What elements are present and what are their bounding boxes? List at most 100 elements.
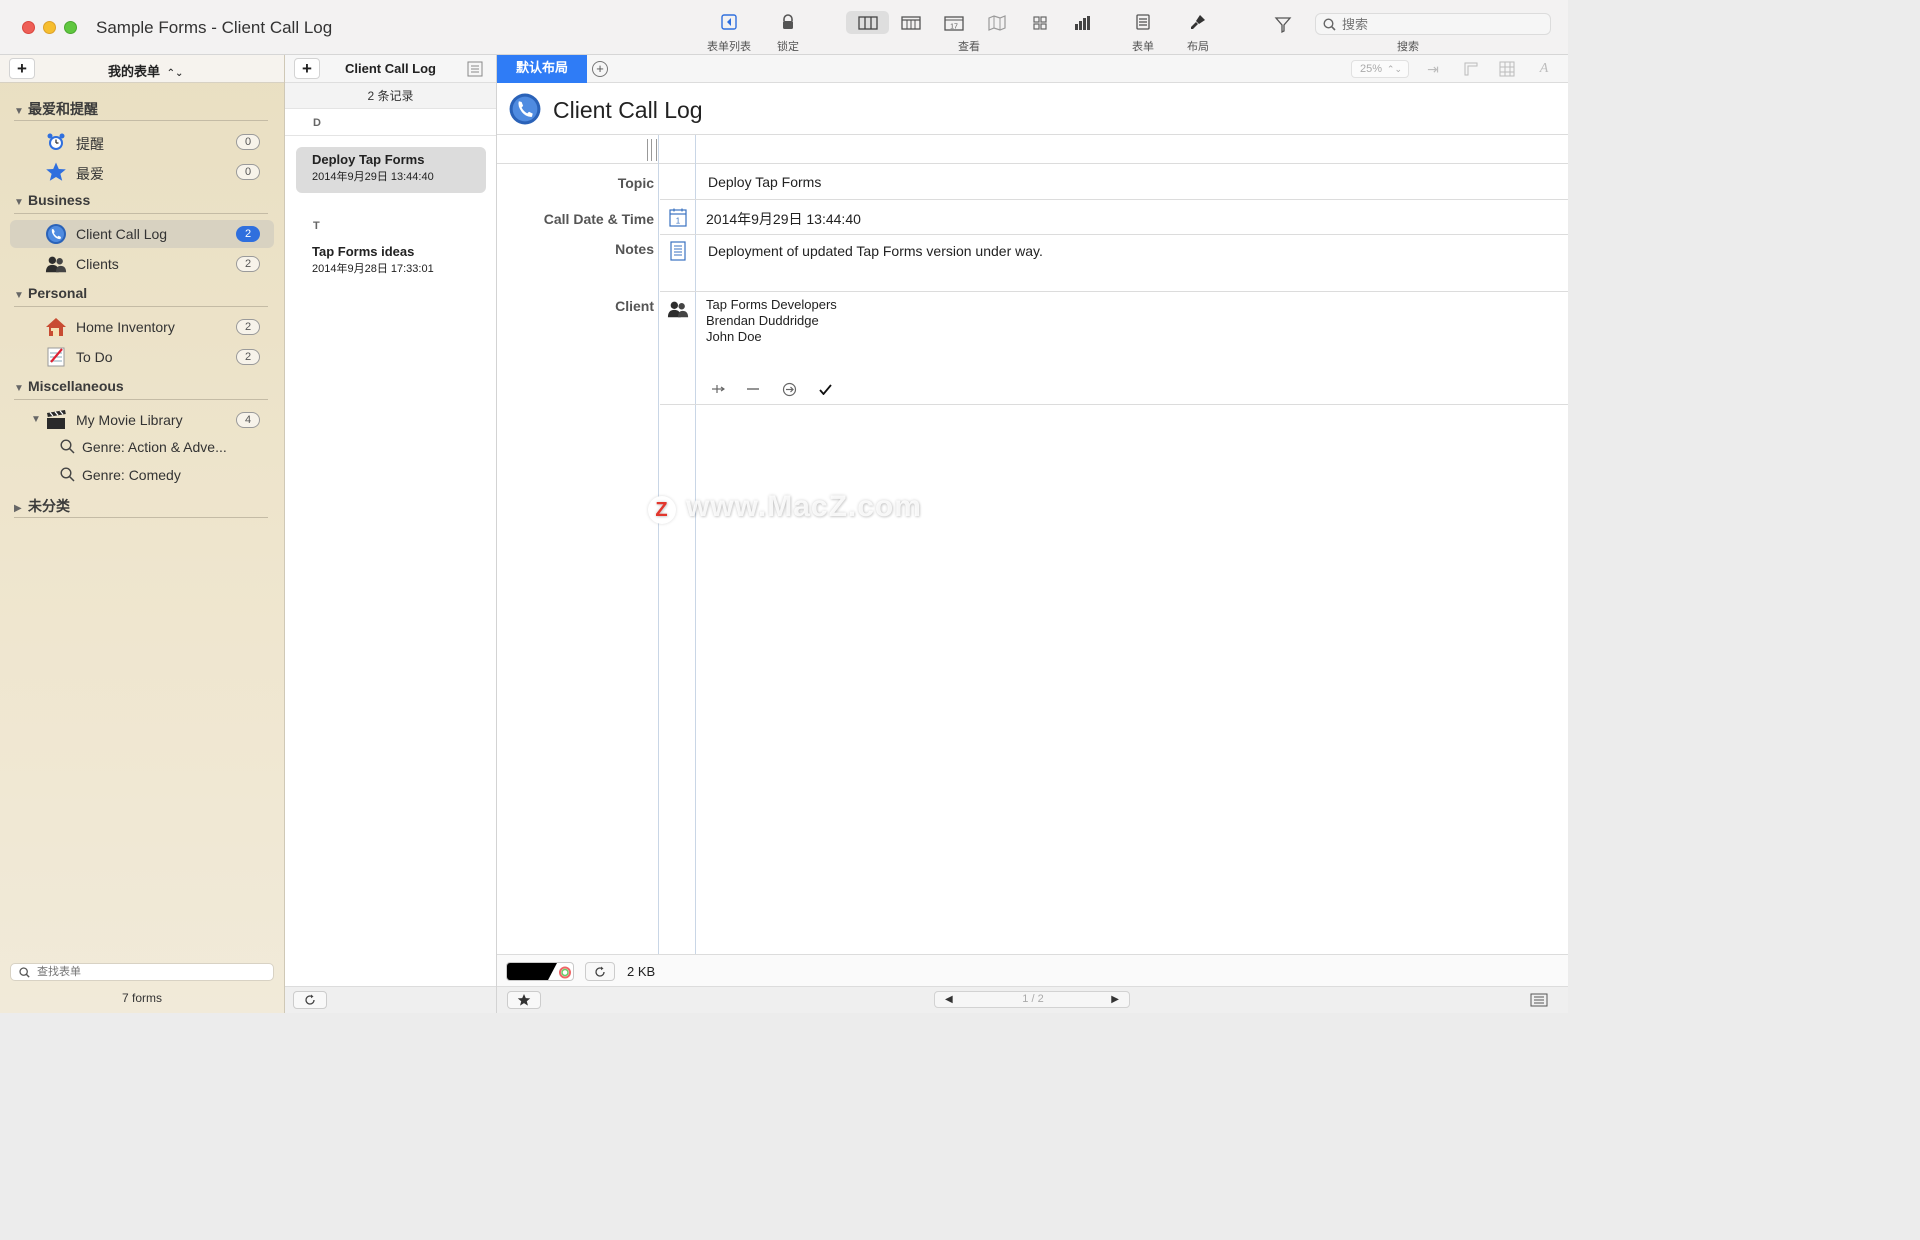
record-date: 2014年9月28日 17:33:01 (312, 263, 434, 275)
remove-icon[interactable] (742, 381, 764, 397)
sidebar-item-home-inventory[interactable]: Home Inventory 2 (10, 313, 274, 341)
count-badge: 0 (236, 134, 260, 150)
font-style-icon[interactable]: A (1533, 60, 1555, 78)
search-icon (1323, 18, 1336, 34)
forms-count: 7 forms (121, 991, 162, 1005)
tab-default-layout[interactable]: 默认布局 (497, 55, 587, 83)
sidebar-item-label: My Movie Library (76, 412, 183, 428)
topic-label: Topic (617, 175, 654, 191)
column-view-button[interactable] (846, 11, 889, 34)
ruler-icon[interactable] (1460, 60, 1482, 78)
section-business[interactable]: ▼ Business (14, 192, 268, 214)
favorite-record-button[interactable] (507, 991, 541, 1009)
layout-button[interactable]: 布局 (1180, 10, 1216, 54)
map-view-button[interactable] (975, 11, 1018, 34)
pager-position: 1 / 2 (1022, 993, 1044, 1005)
star-icon (45, 161, 67, 183)
house-icon (45, 316, 67, 338)
date-picker-icon[interactable]: 1 (667, 206, 689, 228)
grid-view-button[interactable] (1018, 11, 1061, 34)
record-item[interactable]: Deploy Tap Forms 2014年9月29日 13:44:40 (296, 147, 486, 193)
toolbar-search-input[interactable] (1342, 16, 1542, 32)
sidebar-item-favorites[interactable]: 最爱 0 (10, 158, 274, 186)
section-personal-label: Personal (28, 285, 88, 301)
magnifier-icon (60, 439, 75, 457)
record-item[interactable]: Tap Forms ideas 2014年9月28日 17:33:01 (296, 239, 486, 285)
refresh-record-button[interactable] (585, 962, 615, 981)
forms-selector-label: 我的表单 (108, 64, 161, 79)
section-uncategorized[interactable]: ▶ 未分类 (14, 496, 268, 518)
list-options-icon[interactable] (467, 61, 483, 80)
multi-column-view-button[interactable] (889, 11, 932, 34)
search-icon (19, 966, 30, 981)
sidebar-item-todo[interactable]: To Do 2 (10, 343, 274, 371)
find-form-input[interactable] (37, 965, 257, 979)
brush-icon (1180, 10, 1216, 34)
form-title: Client Call Log (553, 97, 703, 123)
lock-label: 锁定 (777, 41, 799, 53)
notes-toggle-button[interactable] (1522, 991, 1556, 1009)
find-form-field[interactable] (10, 963, 274, 981)
lock-icon (770, 10, 806, 34)
sidebar-item-client-call-log[interactable]: Client Call Log 2 (10, 220, 274, 248)
people-icon (667, 298, 689, 320)
client-link-item[interactable]: Tap Forms Developers (706, 297, 837, 312)
grid-icon (1032, 15, 1047, 30)
alarm-clock-icon (45, 131, 67, 153)
form-list-button[interactable]: 表单列表 (703, 10, 755, 54)
client-link-item[interactable]: Brendan Duddridge (706, 313, 819, 328)
zoom-select[interactable]: 25% ⌃⌄ (1351, 60, 1409, 78)
client-link-item[interactable]: John Doe (706, 329, 762, 344)
add-record-button[interactable]: + (294, 58, 320, 79)
sidebar-item-label: 最爱 (76, 166, 104, 182)
toolbar-search-field[interactable] (1315, 13, 1551, 35)
record-list-panel: + Client Call Log 2 条记录 D Deploy Tap For… (285, 55, 497, 1013)
section-personal[interactable]: ▼ Personal (14, 285, 268, 307)
call-date-field[interactable]: 2014年9月29日 13:44:40 (706, 209, 861, 229)
sidebar-item-movie-library[interactable]: ▼ My Movie Library 4 (10, 406, 274, 434)
section-favorites[interactable]: ▼ 最爱和提醒 (14, 99, 268, 121)
clapperboard-icon (45, 409, 67, 431)
lock-button[interactable]: 锁定 (770, 10, 806, 54)
stepper-icon: ⌃⌄ (1386, 64, 1402, 74)
chart-view-button[interactable] (1061, 11, 1104, 34)
next-record-button[interactable]: ▶ (1111, 994, 1119, 1005)
go-to-record-icon[interactable] (778, 381, 800, 397)
minimize-window-button[interactable] (43, 21, 56, 34)
zoom-window-button[interactable] (64, 21, 77, 34)
tab-order-icon[interactable]: ⇥ (1422, 60, 1444, 78)
sidebar-item-reminders[interactable]: 提醒 0 (10, 128, 274, 156)
disclosure-triangle-icon[interactable]: ▼ (31, 414, 41, 425)
forms-selector[interactable]: 我的表单 ⌃⌄ (108, 61, 183, 80)
saved-search-genre-comedy[interactable]: Genre: Comedy (60, 467, 181, 489)
close-window-button[interactable] (22, 21, 35, 34)
count-badge: 2 (236, 226, 260, 242)
grid-toggle-icon[interactable] (1496, 60, 1518, 78)
record-list-header: + Client Call Log (285, 55, 496, 83)
saved-search-genre-action[interactable]: Genre: Action & Adve... (60, 439, 227, 461)
notes-field[interactable]: Deployment of updated Tap Forms version … (708, 243, 1043, 259)
zoom-value: 25% (1360, 63, 1383, 75)
section-misc[interactable]: ▼ Miscellaneous (14, 378, 268, 400)
link-add-icon[interactable] (707, 381, 729, 397)
form-list-label: 表单列表 (707, 41, 751, 53)
resize-grip-handle[interactable] (647, 139, 657, 161)
notes-icon[interactable] (667, 240, 689, 262)
record-title: Tap Forms ideas (312, 244, 415, 259)
form-button[interactable]: 表单 (1125, 10, 1161, 54)
refresh-button[interactable] (293, 991, 327, 1009)
refresh-icon (595, 966, 605, 977)
disclosure-triangle-icon: ▼ (14, 106, 24, 117)
row-divider (660, 404, 1568, 405)
sidebar-item-clients[interactable]: Clients 2 (10, 250, 274, 278)
checkmark-icon[interactable] (814, 381, 836, 397)
saved-search-label: Genre: Comedy (82, 467, 181, 483)
sidebar-item-label: Clients (76, 256, 119, 272)
add-form-button[interactable]: + (9, 58, 35, 79)
add-layout-button[interactable]: + (592, 61, 608, 77)
calendar-view-button[interactable]: 17 (932, 11, 975, 34)
topic-field[interactable]: Deploy Tap Forms (708, 174, 821, 190)
record-color-well[interactable] (506, 962, 574, 981)
sidebar-item-label: Home Inventory (76, 319, 175, 335)
filter-button[interactable] (1271, 13, 1295, 37)
